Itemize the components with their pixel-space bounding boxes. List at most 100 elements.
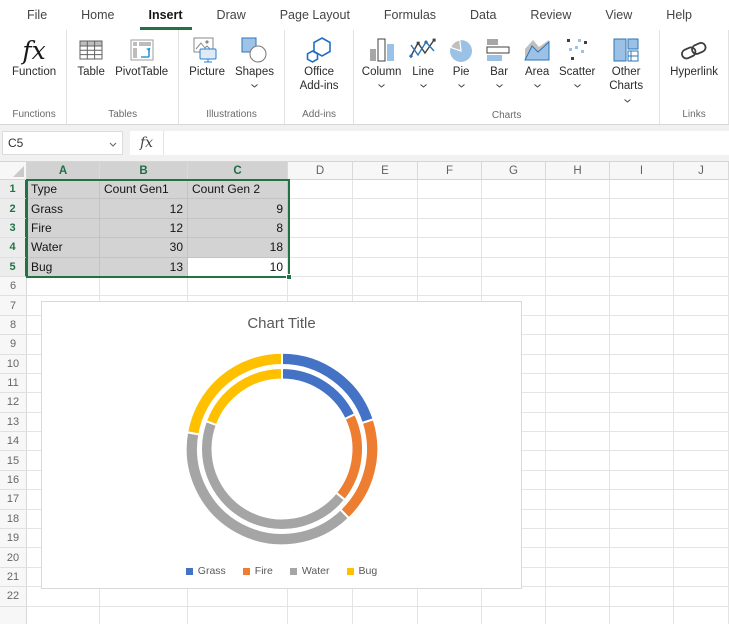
- cell-J16[interactable]: [674, 471, 729, 490]
- cell-E1[interactable]: [353, 180, 418, 199]
- cell-B5[interactable]: 13: [100, 258, 188, 277]
- tab-help[interactable]: Help: [649, 0, 709, 30]
- cell-I1[interactable]: [610, 180, 674, 199]
- row-header-1[interactable]: 1: [0, 180, 27, 199]
- cell-D22[interactable]: [288, 587, 353, 606]
- cell-J13[interactable]: [674, 413, 729, 432]
- cell-J7[interactable]: [674, 296, 729, 315]
- column-header-b[interactable]: B: [100, 162, 188, 180]
- cell-E6[interactable]: [353, 277, 418, 296]
- column-header-d[interactable]: D: [288, 162, 353, 180]
- cell-I10[interactable]: [610, 355, 674, 374]
- area-button[interactable]: Area: [518, 33, 556, 90]
- cell-H15[interactable]: [546, 451, 610, 470]
- cell-D4[interactable]: [288, 238, 353, 257]
- picture-button[interactable]: Picture: [184, 33, 230, 81]
- cell-I15[interactable]: [610, 451, 674, 470]
- cell-I18[interactable]: [610, 510, 674, 529]
- column-button[interactable]: Column: [359, 33, 404, 90]
- cell-E23[interactable]: [353, 607, 418, 624]
- cell-J4[interactable]: [674, 238, 729, 257]
- row-header-5[interactable]: 5: [0, 258, 27, 277]
- cell-F4[interactable]: [418, 238, 482, 257]
- cell-B4[interactable]: 30: [100, 238, 188, 257]
- tab-view[interactable]: View: [588, 0, 649, 30]
- cell-H3[interactable]: [546, 219, 610, 238]
- cell-B1[interactable]: Count Gen1: [100, 180, 188, 199]
- cell-H1[interactable]: [546, 180, 610, 199]
- cell-F23[interactable]: [418, 607, 482, 624]
- shapes-button[interactable]: Shapes: [230, 33, 279, 90]
- cell-C6[interactable]: [188, 277, 288, 296]
- cell-H8[interactable]: [546, 316, 610, 335]
- cell-I4[interactable]: [610, 238, 674, 257]
- tab-home[interactable]: Home: [64, 0, 131, 30]
- doughnut-chart[interactable]: [42, 302, 523, 590]
- cell-I23[interactable]: [610, 607, 674, 624]
- cell-I3[interactable]: [610, 219, 674, 238]
- office-add-ins-button[interactable]: Office Add-ins: [290, 33, 348, 95]
- tab-insert[interactable]: Insert: [132, 0, 200, 30]
- cell-A22[interactable]: [27, 587, 100, 606]
- row-header-23[interactable]: [0, 607, 27, 624]
- cell-J10[interactable]: [674, 355, 729, 374]
- cell-I6[interactable]: [610, 277, 674, 296]
- cell-D23[interactable]: [288, 607, 353, 624]
- row-header-11[interactable]: 11: [0, 374, 27, 393]
- formula-input[interactable]: [164, 131, 729, 155]
- cell-A5[interactable]: Bug: [27, 258, 100, 277]
- cell-C4[interactable]: 18: [188, 238, 288, 257]
- cell-G6[interactable]: [482, 277, 546, 296]
- cell-H14[interactable]: [546, 432, 610, 451]
- chevron-down-icon[interactable]: [378, 83, 385, 89]
- chevron-down-icon[interactable]: [420, 83, 427, 89]
- cell-H20[interactable]: [546, 548, 610, 567]
- cell-G22[interactable]: [482, 587, 546, 606]
- cell-H11[interactable]: [546, 374, 610, 393]
- cell-H23[interactable]: [546, 607, 610, 624]
- table-button[interactable]: Table: [72, 33, 110, 81]
- cell-H18[interactable]: [546, 510, 610, 529]
- cell-J17[interactable]: [674, 490, 729, 509]
- cell-B6[interactable]: [100, 277, 188, 296]
- cell-I14[interactable]: [610, 432, 674, 451]
- cell-F3[interactable]: [418, 219, 482, 238]
- row-header-10[interactable]: 10: [0, 355, 27, 374]
- cell-F2[interactable]: [418, 199, 482, 218]
- row-header-3[interactable]: 3: [0, 219, 27, 238]
- cell-J15[interactable]: [674, 451, 729, 470]
- chevron-down-icon[interactable]: [534, 83, 541, 89]
- chart-title[interactable]: Chart Title: [42, 315, 521, 332]
- row-header-7[interactable]: 7: [0, 296, 27, 315]
- cell-I8[interactable]: [610, 316, 674, 335]
- column-header-c[interactable]: C: [188, 162, 288, 180]
- chevron-down-icon[interactable]: [496, 83, 503, 89]
- cell-A23[interactable]: [27, 607, 100, 624]
- row-header-14[interactable]: 14: [0, 432, 27, 451]
- cell-B2[interactable]: 12: [100, 199, 188, 218]
- cell-I16[interactable]: [610, 471, 674, 490]
- cell-A1[interactable]: Type: [27, 180, 100, 199]
- cell-H2[interactable]: [546, 199, 610, 218]
- cell-H21[interactable]: [546, 568, 610, 587]
- row-header-21[interactable]: 21: [0, 568, 27, 587]
- chevron-down-icon[interactable]: [574, 83, 581, 89]
- cell-J11[interactable]: [674, 374, 729, 393]
- cell-E3[interactable]: [353, 219, 418, 238]
- cell-C1[interactable]: Count Gen 2: [188, 180, 288, 199]
- bar-button[interactable]: Bar: [480, 33, 518, 90]
- row-header-20[interactable]: 20: [0, 548, 27, 567]
- cell-H22[interactable]: [546, 587, 610, 606]
- row-header-8[interactable]: 8: [0, 316, 27, 335]
- chevron-down-icon[interactable]: [109, 136, 117, 150]
- cell-D6[interactable]: [288, 277, 353, 296]
- chevron-down-icon[interactable]: [458, 83, 465, 89]
- cell-G5[interactable]: [482, 258, 546, 277]
- cell-B23[interactable]: [100, 607, 188, 624]
- column-header-h[interactable]: H: [546, 162, 610, 180]
- cell-G4[interactable]: [482, 238, 546, 257]
- column-header-e[interactable]: E: [353, 162, 418, 180]
- cell-C23[interactable]: [188, 607, 288, 624]
- cell-I9[interactable]: [610, 335, 674, 354]
- cell-F22[interactable]: [418, 587, 482, 606]
